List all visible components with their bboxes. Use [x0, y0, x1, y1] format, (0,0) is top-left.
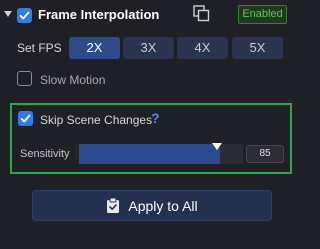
sensitivity-slider-fill [79, 144, 220, 164]
checkmark-icon [20, 114, 31, 123]
sensitivity-label: Sensitivity [20, 148, 70, 160]
fps-4x-button[interactable]: 4X [177, 37, 228, 59]
skip-scene-checkbox[interactable] [18, 111, 33, 126]
status-badge: Enabled [238, 5, 287, 24]
help-icon[interactable]: ? [151, 110, 160, 126]
sensitivity-slider-handle[interactable] [212, 143, 222, 150]
fps-5x-button[interactable]: 5X [232, 37, 283, 59]
checkmark-icon [19, 11, 30, 20]
fps-3x-button[interactable]: 3X [123, 37, 174, 59]
sensitivity-value-field[interactable]: 85 [246, 145, 284, 163]
slow-motion-label: Slow Motion [40, 73, 106, 87]
fps-label: Set FPS [17, 41, 62, 55]
fps-2x-button[interactable]: 2X [69, 37, 120, 59]
skip-scene-label: Skip Scene Changes [40, 113, 153, 127]
section-title: Frame Interpolation [38, 7, 160, 22]
copy-icon[interactable] [193, 5, 210, 22]
slow-motion-checkbox[interactable] [17, 71, 32, 86]
collapse-caret-icon[interactable] [4, 11, 12, 17]
apply-to-all-label: Apply to All [128, 197, 198, 214]
apply-to-all-button[interactable]: Apply to All [32, 190, 272, 221]
clipboard-check-icon [107, 197, 120, 213]
frame-interpolation-checkbox[interactable] [17, 8, 32, 23]
